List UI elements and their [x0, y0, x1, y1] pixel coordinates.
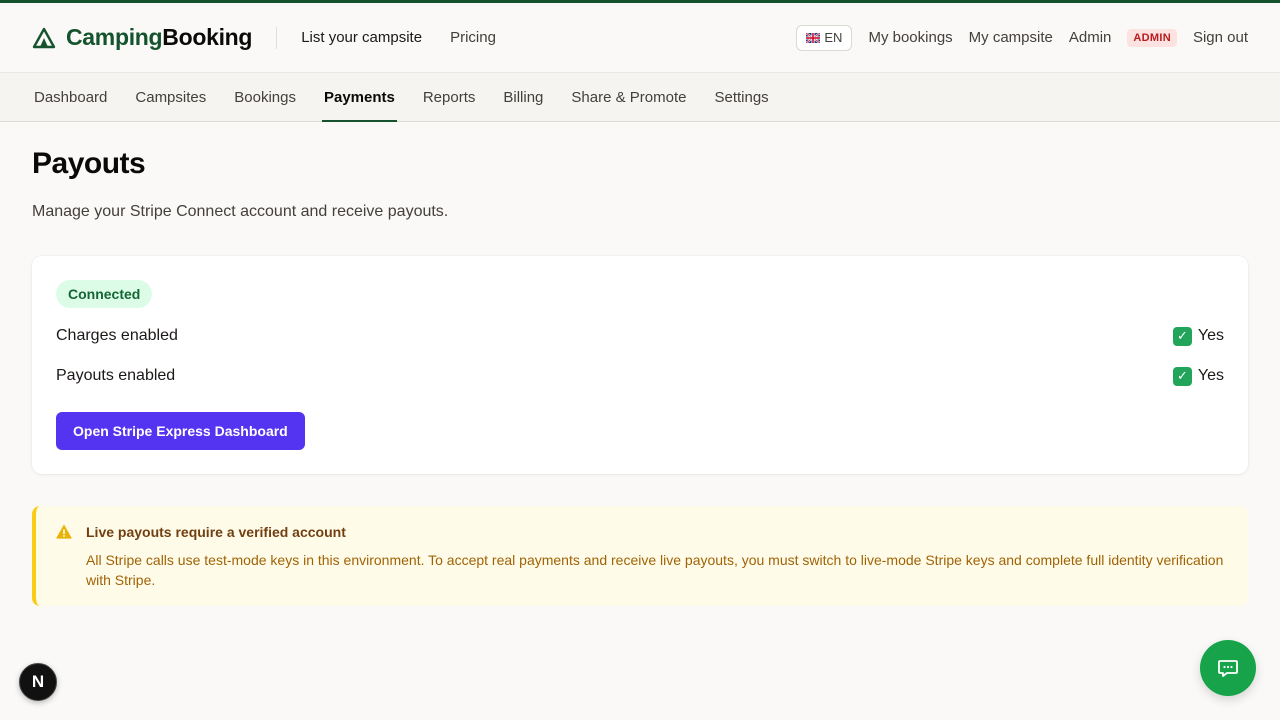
- tab-bookings[interactable]: Bookings: [232, 73, 298, 121]
- language-code: EN: [824, 30, 843, 45]
- tab-campsites[interactable]: Campsites: [133, 73, 208, 121]
- tab-payments[interactable]: Payments: [321, 73, 397, 122]
- tab-reports[interactable]: Reports: [421, 73, 478, 121]
- main-content: Payouts Manage your Stripe Connect accou…: [32, 122, 1248, 606]
- connection-status-badge: Connected: [56, 280, 153, 308]
- page-title: Payouts: [32, 147, 146, 180]
- payouts-enabled-row: Payouts enabled ✓ Yes: [56, 356, 1224, 396]
- warning-title: Live payouts require a verified account: [86, 524, 346, 540]
- chat-support-button[interactable]: [1200, 640, 1256, 696]
- header-divider: [276, 26, 278, 49]
- charges-enabled-text: Yes: [1197, 327, 1224, 344]
- stripe-account-card: Connected Charges enabled ✓ Yes Payouts …: [32, 256, 1248, 474]
- tab-billing[interactable]: Billing: [501, 73, 545, 121]
- list-campsite-link[interactable]: List your campsite: [301, 29, 422, 46]
- live-payouts-warning: Live payouts require a verified account …: [32, 506, 1248, 606]
- payouts-enabled-value: ✓ Yes: [1172, 366, 1224, 386]
- my-bookings-link[interactable]: My bookings: [868, 29, 952, 46]
- pricing-link[interactable]: Pricing: [450, 29, 496, 46]
- check-icon: ✓: [1172, 366, 1192, 386]
- language-switcher[interactable]: EN: [796, 24, 853, 51]
- chat-icon: [1218, 660, 1238, 677]
- open-stripe-dashboard-button[interactable]: Open Stripe Express Dashboard: [56, 412, 305, 450]
- admin-role-badge: ADMIN: [1127, 28, 1177, 47]
- tab-settings[interactable]: Settings: [712, 73, 770, 121]
- page-subtitle: Manage your Stripe Connect account and r…: [32, 203, 449, 220]
- warning-text: All Stripe calls use test-mode keys in t…: [86, 552, 1224, 588]
- nextjs-dev-badge[interactable]: N: [19, 663, 57, 701]
- check-icon: ✓: [1172, 326, 1192, 346]
- admin-link[interactable]: Admin: [1069, 29, 1112, 46]
- uk-flag-icon: [806, 32, 821, 43]
- sign-out-link[interactable]: Sign out: [1193, 29, 1248, 46]
- brand-logo[interactable]: CampingBooking: [32, 24, 252, 51]
- header-right: EN My bookings My campsite Admin ADMIN S…: [796, 24, 1248, 51]
- my-campsite-link[interactable]: My campsite: [969, 29, 1053, 46]
- warning-icon: [56, 524, 72, 539]
- tab-share-promote[interactable]: Share & Promote: [569, 73, 688, 121]
- payouts-enabled-text: Yes: [1197, 367, 1224, 384]
- payouts-enabled-label: Payouts enabled: [56, 367, 176, 384]
- charges-enabled-label: Charges enabled: [56, 327, 178, 344]
- tent-icon: [32, 27, 56, 48]
- warning-content: Live payouts require a verified account …: [86, 522, 1236, 590]
- tab-dashboard[interactable]: Dashboard: [32, 73, 109, 121]
- charges-enabled-row: Charges enabled ✓ Yes: [56, 316, 1224, 356]
- top-navbar: CampingBooking List your campsite Pricin…: [0, 3, 1280, 73]
- brand-name: CampingBooking: [66, 24, 253, 50]
- charges-enabled-value: ✓ Yes: [1172, 326, 1224, 346]
- dashboard-tabs: Dashboard Campsites Bookings Payments Re…: [0, 73, 1280, 122]
